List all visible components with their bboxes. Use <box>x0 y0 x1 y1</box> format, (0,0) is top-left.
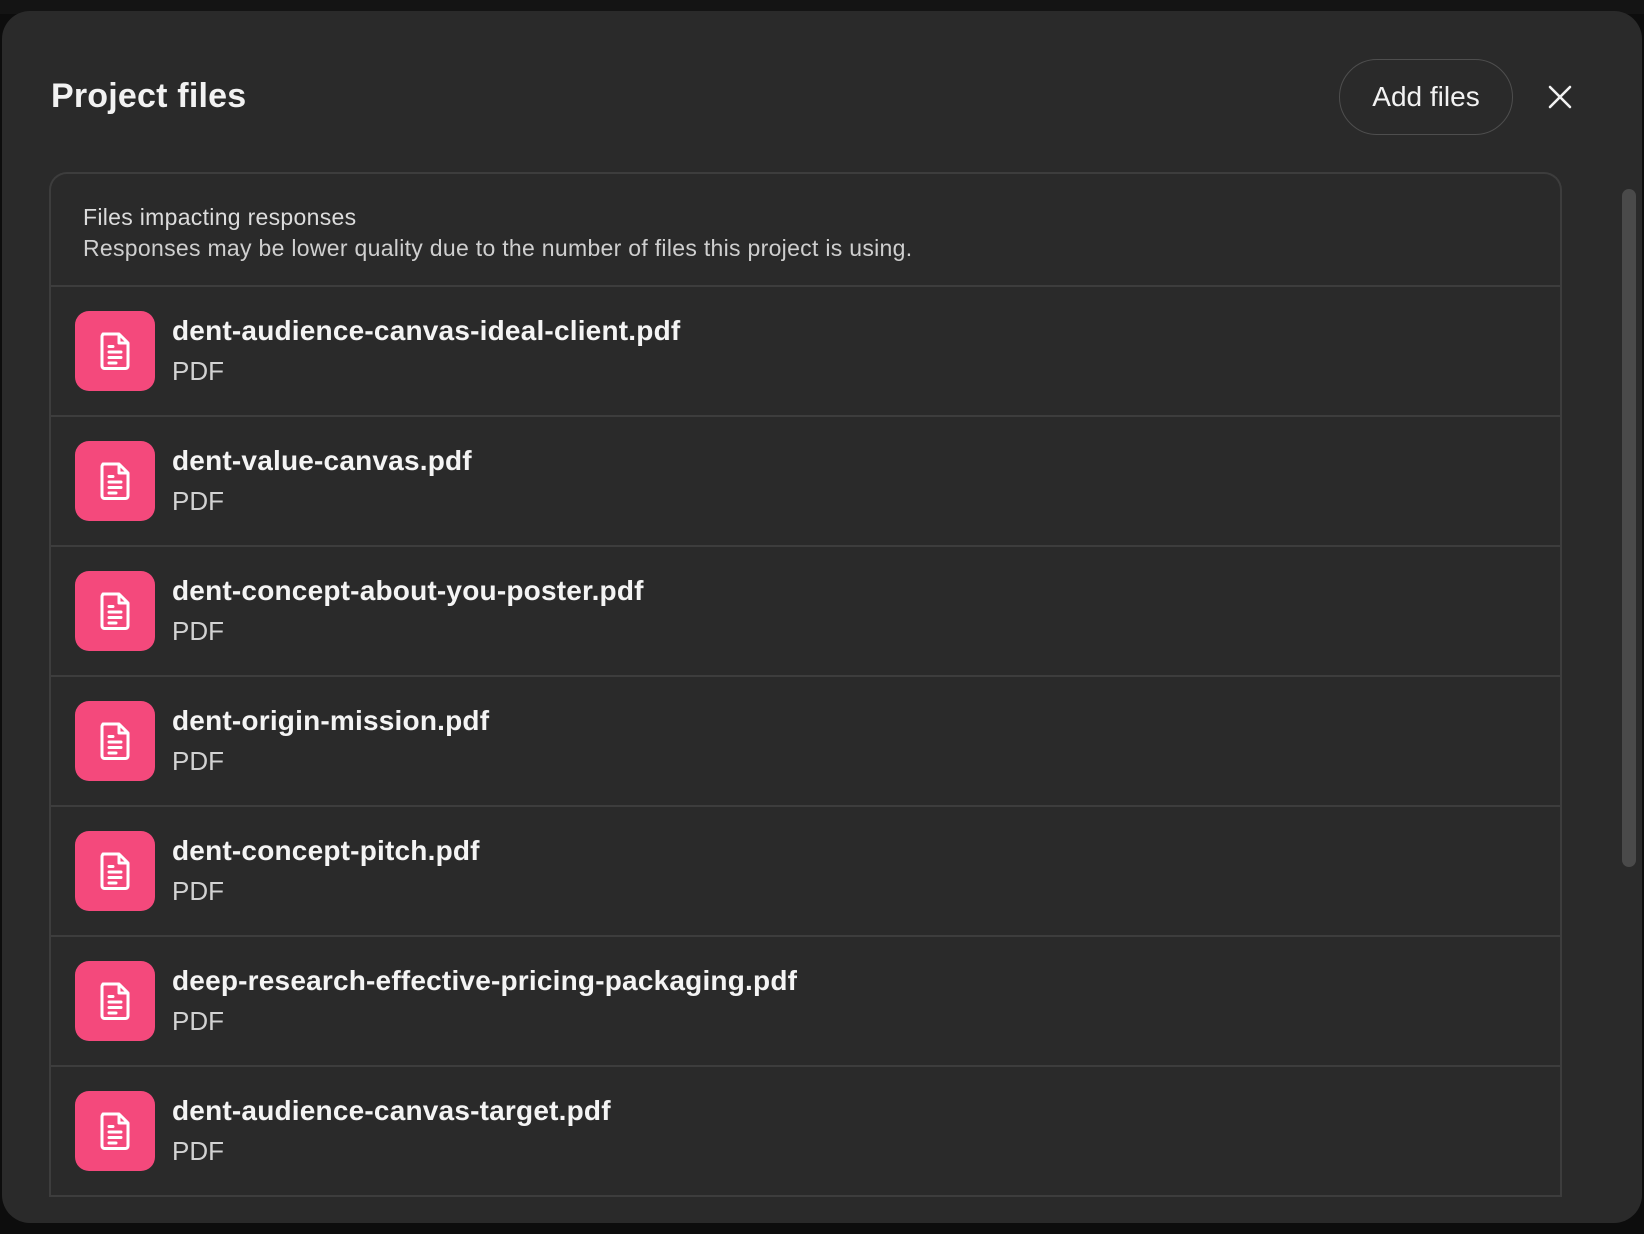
document-icon <box>75 571 155 651</box>
close-button[interactable] <box>1540 77 1580 117</box>
add-files-button[interactable]: Add files <box>1339 59 1513 135</box>
notice-body: Responses may be lower quality due to th… <box>83 235 913 261</box>
document-icon <box>75 1091 155 1171</box>
file-type: PDF <box>172 356 224 386</box>
file-list: dent-audience-canvas-ideal-client.pdf PD… <box>51 287 1560 1197</box>
file-name: dent-origin-mission.pdf <box>172 705 490 736</box>
file-type: PDF <box>172 1136 224 1166</box>
file-name: dent-concept-pitch.pdf <box>172 835 480 866</box>
file-row[interactable]: deep-research-effective-pricing-packagin… <box>51 937 1560 1067</box>
file-row[interactable]: dent-audience-canvas-ideal-client.pdf PD… <box>51 287 1560 417</box>
file-type: PDF <box>172 486 224 516</box>
close-icon <box>1548 85 1572 109</box>
file-type: PDF <box>172 876 224 906</box>
files-scroll-area[interactable]: Files impacting responses Responses may … <box>49 172 1562 1212</box>
file-type: PDF <box>172 746 224 776</box>
file-row[interactable]: dent-origin-mission.pdf PDF <box>51 677 1560 807</box>
file-row[interactable]: dent-concept-about-you-poster.pdf PDF <box>51 547 1560 677</box>
file-type: PDF <box>172 616 224 646</box>
document-icon <box>75 441 155 521</box>
scrollbar-thumb[interactable] <box>1622 189 1636 867</box>
modal-title: Project files <box>51 77 247 115</box>
file-name: dent-audience-canvas-target.pdf <box>172 1095 611 1126</box>
document-icon <box>75 701 155 781</box>
file-row[interactable]: dent-audience-canvas-target.pdf PDF <box>51 1067 1560 1197</box>
modal-header: Project files Add files <box>2 11 1642 161</box>
document-icon <box>75 311 155 391</box>
files-impact-notice: Files impacting responses Responses may … <box>51 174 1560 287</box>
file-name: dent-audience-canvas-ideal-client.pdf <box>172 315 681 346</box>
file-row[interactable]: dent-value-canvas.pdf PDF <box>51 417 1560 547</box>
file-name: deep-research-effective-pricing-packagin… <box>172 965 798 996</box>
file-name: dent-value-canvas.pdf <box>172 445 472 476</box>
file-name: dent-concept-about-you-poster.pdf <box>172 575 644 606</box>
document-icon <box>75 831 155 911</box>
document-icon <box>75 961 155 1041</box>
notice-title: Files impacting responses <box>83 204 357 230</box>
files-panel: Files impacting responses Responses may … <box>49 172 1562 1197</box>
file-type: PDF <box>172 1006 224 1036</box>
file-row[interactable]: dent-concept-pitch.pdf PDF <box>51 807 1560 937</box>
